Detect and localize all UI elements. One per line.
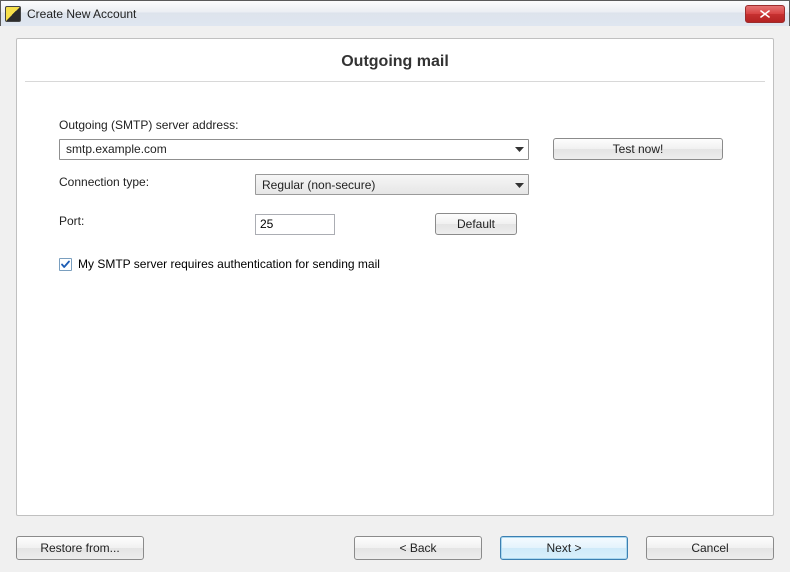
auth-checkbox-row: My SMTP server requires authentication f…	[59, 257, 757, 271]
app-icon	[5, 6, 21, 22]
cancel-label: Cancel	[691, 541, 728, 555]
connection-type-value: Regular (non-secure)	[262, 178, 375, 192]
chevron-down-icon	[515, 142, 524, 156]
panel-heading: Outgoing mail	[17, 39, 773, 81]
titlebar: Create New Account	[1, 1, 789, 27]
auth-checkbox-label: My SMTP server requires authentication f…	[78, 257, 380, 271]
test-now-button[interactable]: Test now!	[553, 138, 723, 160]
test-now-label: Test now!	[613, 142, 664, 156]
smtp-server-row: smtp.example.com Test now!	[59, 138, 757, 160]
port-input[interactable]	[255, 214, 335, 235]
checkmark-icon	[60, 259, 71, 270]
port-label: Port:	[59, 214, 255, 228]
content-panel: Outgoing mail Outgoing (SMTP) server add…	[16, 38, 774, 516]
smtp-server-label: Outgoing (SMTP) server address:	[59, 118, 757, 132]
next-button[interactable]: Next >	[500, 536, 628, 560]
restore-from-button[interactable]: Restore from...	[16, 536, 144, 560]
default-port-button[interactable]: Default	[435, 213, 517, 235]
connection-type-row: Connection type: Regular (non-secure)	[59, 174, 757, 195]
connection-type-combo[interactable]: Regular (non-secure)	[255, 174, 529, 195]
window-title: Create New Account	[27, 7, 136, 21]
window-body: Outgoing mail Outgoing (SMTP) server add…	[0, 26, 790, 572]
form-area: Outgoing (SMTP) server address: smtp.exa…	[17, 82, 773, 271]
next-label: Next >	[546, 541, 581, 555]
smtp-server-combo[interactable]: smtp.example.com	[59, 139, 529, 160]
restore-from-label: Restore from...	[40, 541, 119, 555]
auth-checkbox[interactable]	[59, 258, 72, 271]
default-port-label: Default	[457, 217, 495, 231]
close-icon	[760, 10, 770, 18]
back-label: < Back	[399, 541, 436, 555]
cancel-button[interactable]: Cancel	[646, 536, 774, 560]
connection-type-label: Connection type:	[59, 175, 255, 189]
chevron-down-icon	[515, 178, 524, 192]
port-row: Port: Default	[59, 213, 757, 235]
close-button[interactable]	[745, 5, 785, 23]
back-button[interactable]: < Back	[354, 536, 482, 560]
smtp-server-value: smtp.example.com	[66, 142, 167, 156]
footer: Restore from... < Back Next > Cancel	[16, 536, 774, 560]
